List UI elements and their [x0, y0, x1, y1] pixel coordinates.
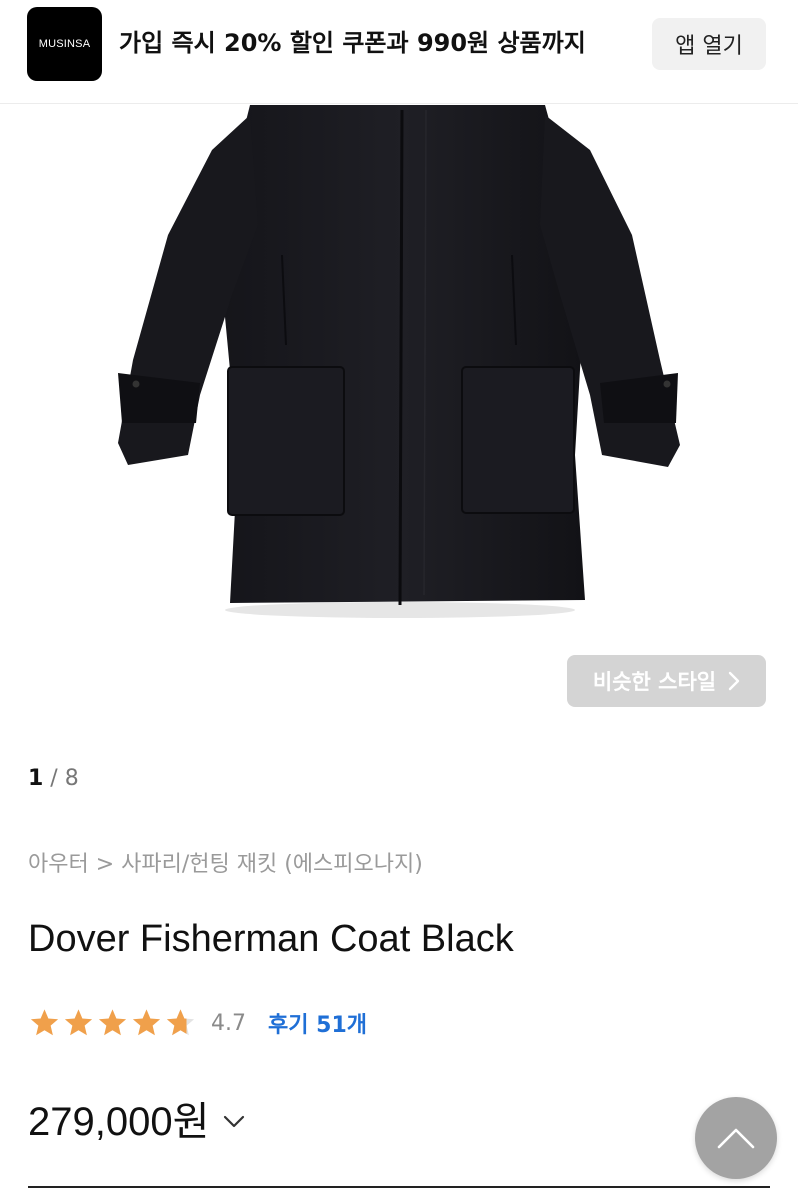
product-image[interactable] — [0, 105, 798, 735]
promo-text: 가입 즉시 20% 할인 쿠폰과 990원 상품까지 — [119, 29, 586, 57]
chevron-down-icon[interactable] — [223, 1115, 245, 1129]
price: 279,000원 — [28, 1100, 210, 1144]
coat-image — [118, 105, 680, 618]
scroll-to-top-button[interactable] — [695, 1097, 777, 1179]
rating-value: 4.7 — [211, 1010, 246, 1036]
open-app-button[interactable]: 앱 열기 — [652, 18, 766, 70]
total-images: 8 — [64, 766, 79, 791]
app-promo-banner: MUSINSA 가입 즉시 20% 할인 쿠폰과 990원 상품까지 앱 열기 — [0, 0, 798, 104]
star-rating — [28, 1007, 197, 1039]
breadcrumb[interactable]: 아우터 > 사파리/헌팅 재킷 (에스피오나지) — [28, 846, 423, 878]
divider — [28, 1186, 770, 1188]
chevron-up-icon — [717, 1128, 755, 1149]
musinsa-logo: MUSINSA — [27, 7, 102, 81]
pager-separator: / — [43, 766, 65, 791]
reviews-link[interactable]: 후기 51개 — [268, 1007, 367, 1039]
star-icon — [132, 1009, 161, 1036]
rating-row: 4.7 후기 51개 — [28, 1005, 367, 1041]
current-image-index: 1 — [28, 766, 44, 791]
similar-style-label: 비슷한 스타일 — [592, 670, 717, 694]
chevron-right-icon — [728, 671, 740, 691]
logo-text: MUSINSA — [38, 38, 91, 50]
star-icon — [64, 1009, 93, 1036]
similar-style-button[interactable]: 비슷한 스타일 — [567, 655, 766, 707]
star-icon — [30, 1009, 59, 1036]
star-icon — [98, 1009, 127, 1036]
star-half-icon — [166, 1009, 195, 1036]
image-pager: 1 / 8 — [28, 766, 79, 791]
price-row[interactable]: 279,000원 — [28, 1092, 245, 1144]
product-title: Dover Fisherman Coat Black — [28, 918, 514, 960]
